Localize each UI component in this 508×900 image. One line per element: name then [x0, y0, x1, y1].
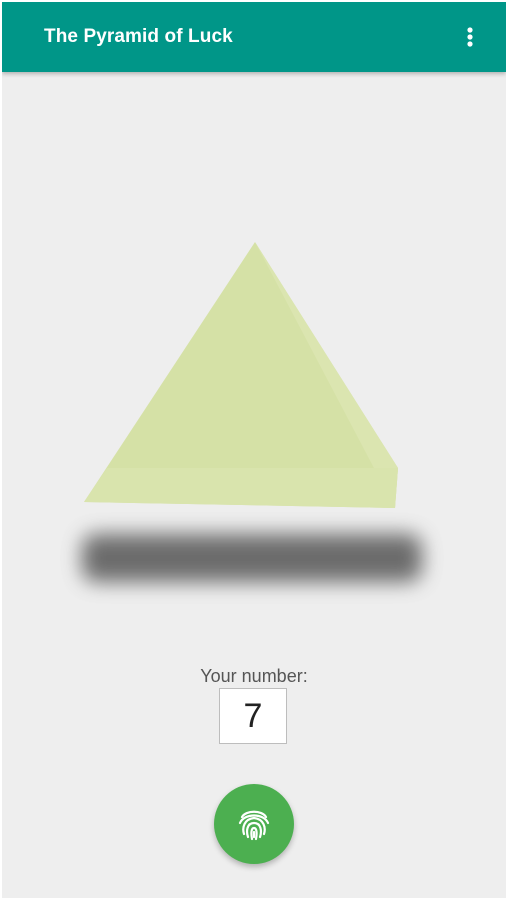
app-bar: The Pyramid of Luck	[2, 2, 506, 72]
pyramid-base-edge	[84, 468, 398, 508]
fingerprint-icon	[238, 810, 270, 841]
pyramid-graphic	[84, 242, 398, 508]
fingerprint-button[interactable]	[214, 784, 294, 864]
number-label: Your number:	[200, 666, 308, 686]
app-title: The Pyramid of Luck	[44, 26, 233, 47]
app-screen: The Pyramid of Luck Your number:	[2, 2, 506, 898]
number-input[interactable]	[219, 688, 287, 744]
more-vert-icon[interactable]	[458, 22, 482, 52]
pyramid-scene	[2, 72, 506, 632]
